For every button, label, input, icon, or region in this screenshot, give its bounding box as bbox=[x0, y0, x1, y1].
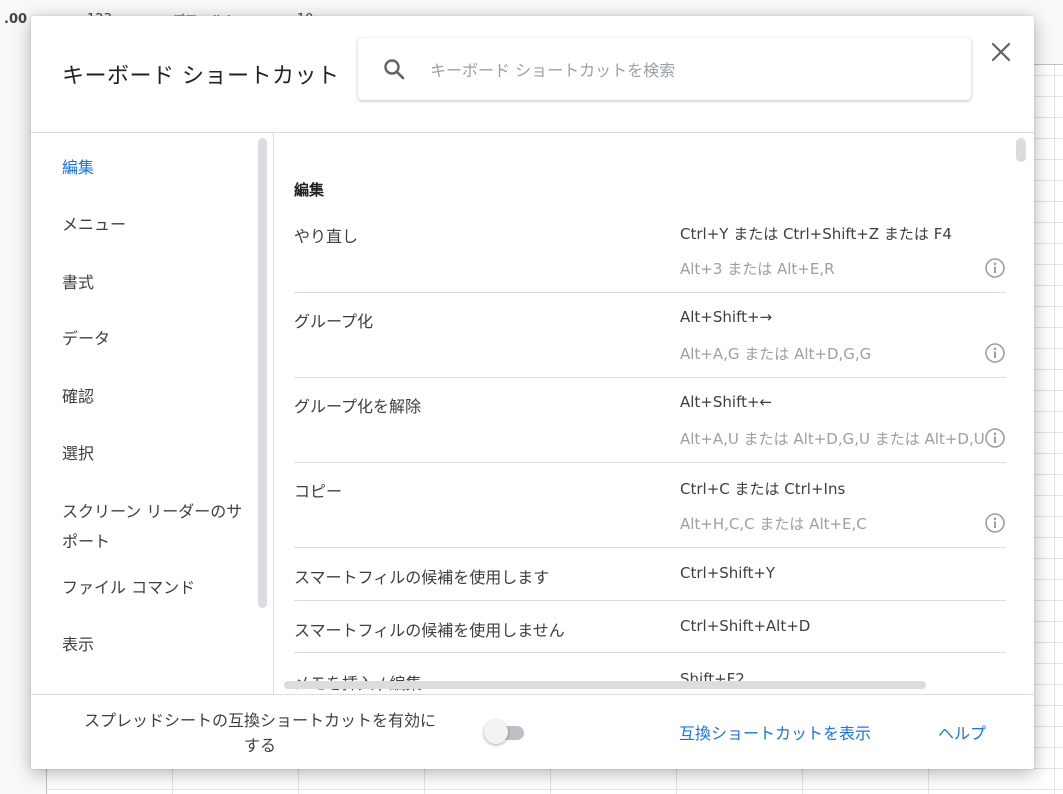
compat-shortcuts-toggle[interactable] bbox=[484, 720, 526, 744]
section-title: 編集 bbox=[294, 181, 325, 199]
sidebar-item-screen-reader[interactable]: スクリーン リーダーのサポート bbox=[62, 497, 252, 557]
compat-label-line-2: する bbox=[243, 736, 276, 755]
compat-label-line-1: スプレッドシートの互換ショートカットを有効に bbox=[83, 711, 436, 730]
footer-divider bbox=[31, 694, 1034, 695]
info-icon[interactable] bbox=[984, 257, 1006, 279]
shortcut-row-smartfill-decline: スマートフィルの候補を使用しません Ctrl+Shift+Alt+D bbox=[294, 617, 1006, 653]
shortcut-keys: Ctrl+Shift+Y bbox=[680, 564, 776, 582]
shortcut-keys: Ctrl+C または Ctrl+Ins bbox=[680, 480, 846, 498]
category-sidebar: 編集 メニュー 書式 データ 確認 選択 スクリーン リーダーのサポート ファイ… bbox=[31, 133, 273, 694]
help-link[interactable]: ヘルプ bbox=[938, 720, 986, 744]
info-icon[interactable] bbox=[984, 512, 1006, 534]
keyboard-shortcuts-dialog: キーボード ショートカット 編集 メニュー 書式 データ 確認 選択 スクリーン… bbox=[31, 16, 1034, 769]
compat-shortcuts-label: スプレッドシートの互換ショートカットを有効に する bbox=[79, 708, 441, 758]
sidebar-item-edit[interactable]: 編集 bbox=[62, 153, 252, 183]
toggle-knob bbox=[484, 720, 508, 744]
sidebar-item-format[interactable]: 書式 bbox=[62, 268, 252, 298]
shortcut-row-copy: コピー Ctrl+C または Ctrl+Ins Alt+H,C,C または Al… bbox=[294, 478, 1006, 548]
decimal-format-label: .00 bbox=[4, 11, 28, 27]
sidebar-scrollbar[interactable] bbox=[258, 138, 267, 608]
shortcut-action: スマートフィルの候補を使用しません bbox=[294, 621, 565, 640]
sidebar-item-menu[interactable]: メニュー bbox=[62, 210, 252, 240]
shortcut-keys: Alt+Shift+← bbox=[680, 393, 773, 411]
show-compat-shortcuts-link[interactable]: 互換ショートカットを表示 bbox=[679, 720, 871, 744]
close-icon[interactable] bbox=[989, 40, 1013, 64]
shortcut-action: グループ化 bbox=[294, 312, 374, 331]
sidebar-item-review[interactable]: 確認 bbox=[62, 382, 252, 412]
search-box[interactable] bbox=[358, 38, 971, 100]
shortcut-keys: Alt+Shift+→ bbox=[680, 308, 773, 326]
shortcut-row-redo: やり直し Ctrl+Y または Ctrl+Shift+Z または F4 Alt+… bbox=[294, 223, 1006, 293]
shortcut-row-group: グループ化 Alt+Shift+→ Alt+A,G または Alt+D,G,G bbox=[294, 308, 1006, 378]
sidebar-item-file-commands[interactable]: ファイル コマンド bbox=[62, 573, 252, 603]
shortcut-alt-keys: Alt+H,C,C または Alt+E,C bbox=[680, 515, 867, 533]
shortcut-action: やり直し bbox=[294, 227, 359, 246]
shortcut-action: スマートフィルの候補を使用します bbox=[294, 568, 550, 587]
content-vertical-scrollbar[interactable] bbox=[1016, 138, 1026, 162]
shortcut-row-smartfill-accept: スマートフィルの候補を使用します Ctrl+Shift+Y bbox=[294, 564, 1006, 601]
sidebar-item-data[interactable]: データ bbox=[62, 324, 252, 354]
shortcut-action: コピー bbox=[294, 482, 343, 501]
shortcut-row-ungroup: グループ化を解除 Alt+Shift+← Alt+A,U または Alt+D,G… bbox=[294, 393, 1006, 463]
dialog-title: キーボード ショートカット bbox=[62, 64, 340, 89]
shortcut-keys: Ctrl+Shift+Alt+D bbox=[680, 617, 811, 635]
sidebar-item-view[interactable]: 表示 bbox=[62, 630, 252, 660]
info-icon[interactable] bbox=[984, 342, 1006, 364]
shortcut-keys: Ctrl+Y または Ctrl+Shift+Z または F4 bbox=[680, 225, 952, 243]
search-icon bbox=[384, 59, 405, 80]
sidebar-item-select[interactable]: 選択 bbox=[62, 439, 252, 469]
info-icon[interactable] bbox=[984, 427, 1006, 449]
shortcut-list: 編集 やり直し Ctrl+Y または Ctrl+Shift+Z または F4 A… bbox=[274, 133, 1034, 694]
shortcut-alt-keys: Alt+A,G または Alt+D,G,G bbox=[680, 345, 872, 363]
shortcut-action: グループ化を解除 bbox=[294, 397, 422, 416]
shortcut-alt-keys: Alt+A,U または Alt+D,G,U または Alt+D,U bbox=[680, 430, 985, 448]
search-input[interactable] bbox=[428, 52, 952, 88]
shortcut-alt-keys: Alt+3 または Alt+E,R bbox=[680, 260, 835, 278]
content-horizontal-scrollbar[interactable] bbox=[284, 681, 926, 689]
